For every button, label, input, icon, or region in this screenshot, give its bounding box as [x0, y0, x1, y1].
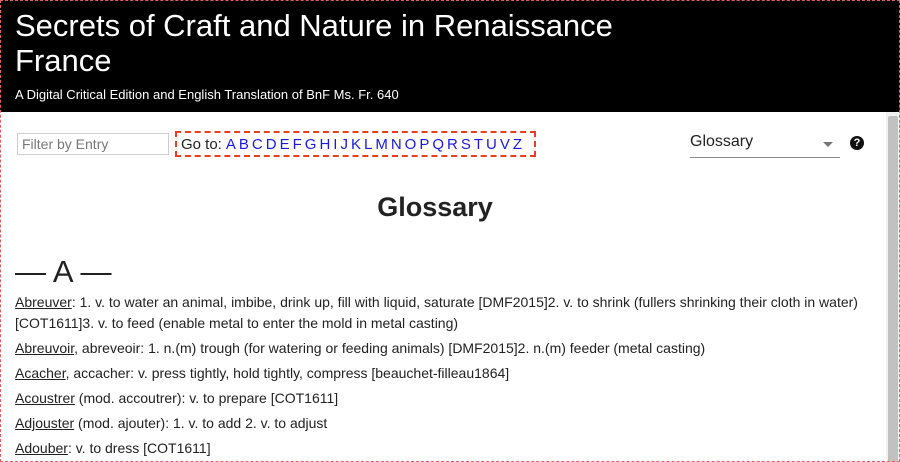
- goto-letter-link[interactable]: B: [239, 136, 249, 153]
- goto-letter-link[interactable]: G: [305, 136, 317, 153]
- goto-label: Go to:: [181, 136, 222, 153]
- glossary-definition: (mod. accoutrer): v. to prepare [COT1611…: [74, 390, 339, 406]
- main-content: Go to:ABCDEFGHIJKLMNOPQRSTUVZ Glossary ?…: [0, 112, 886, 462]
- goto-letter-link[interactable]: T: [474, 136, 483, 153]
- goto-letter-link[interactable]: V: [500, 136, 510, 153]
- glossary-entry: Acoustrer (mod. accoutrer): v. to prepar…: [15, 388, 875, 409]
- vertical-scrollbar[interactable]: [886, 112, 900, 462]
- question-circle-icon[interactable]: ?: [850, 136, 864, 150]
- glossary-entries: Abreuver: 1. v. to water an animal, imbi…: [15, 292, 875, 462]
- goto-letter-link[interactable]: H: [319, 136, 330, 153]
- letter-navigation: Go to: A B C D E F G H I J K L M N O P Q R S T U V Z: [175, 131, 536, 157]
- glossary-definition: : 1. v. to water an animal, imbibe, drin…: [15, 294, 858, 331]
- view-select-value: Glossary: [690, 133, 754, 150]
- page-title: Glossary: [377, 192, 493, 222]
- chevron-down-icon: [823, 142, 833, 147]
- glossary-entry: Abreuvoir, abreveoir: 1. n.(m) trough (f…: [15, 338, 875, 359]
- glossary-definition: : v. to dress [COT1611]: [67, 440, 211, 456]
- glossary-entry: Adjouster (mod. ajouter): 1. v. to add 2…: [15, 413, 875, 434]
- goto-letter-link[interactable]: Z: [513, 136, 522, 153]
- goto-letter-link[interactable]: L: [364, 136, 372, 153]
- goto-letter-link[interactable]: S: [461, 136, 471, 153]
- glossary-term-link[interactable]: Abreuver: [15, 294, 72, 310]
- goto-letter-link[interactable]: D: [266, 136, 277, 153]
- goto-letter-link[interactable]: M: [375, 136, 388, 153]
- letter-heading: — A —: [15, 254, 112, 289]
- glossary-entry: Adouber: v. to dress [COT1611]: [15, 438, 875, 459]
- glossary-definition: , abreveoir: 1. n.(m) trough (for wateri…: [74, 340, 706, 356]
- glossary-term-link[interactable]: Abreuvoir: [15, 340, 74, 356]
- glossary-term-link[interactable]: Acoustrer: [15, 390, 75, 406]
- goto-letter-link[interactable]: E: [280, 136, 290, 153]
- site-subtitle: A Digital Critical Edition and English T…: [15, 87, 399, 102]
- glossary-term-link[interactable]: Adouber: [15, 440, 68, 456]
- goto-letter-link[interactable]: O: [405, 136, 417, 153]
- scrollbar-thumb[interactable]: [888, 116, 898, 462]
- site-header: Secrets of Craft and Nature in Renaissan…: [0, 0, 900, 112]
- goto-letter-link[interactable]: C: [252, 136, 263, 153]
- glossary-term-link[interactable]: Adjouster: [15, 415, 74, 431]
- goto-letter-link[interactable]: F: [293, 136, 302, 153]
- goto-letter-link[interactable]: J: [340, 136, 348, 153]
- glossary-entry: Abreuver: 1. v. to water an animal, imbi…: [15, 292, 875, 334]
- goto-letter-link[interactable]: K: [351, 136, 361, 153]
- goto-letter-link[interactable]: Q: [432, 136, 444, 153]
- glossary-term-link[interactable]: Acacher: [15, 365, 66, 381]
- glossary-entry: Acacher, accacher: v. press tightly, hol…: [15, 363, 875, 384]
- filter-entry-input[interactable]: [17, 133, 169, 155]
- goto-letter-link[interactable]: A: [226, 136, 236, 153]
- site-title[interactable]: Secrets of Craft and Nature in Renaissan…: [15, 8, 715, 78]
- view-select[interactable]: Glossary: [690, 128, 840, 158]
- glossary-definition: (mod. ajouter): 1. v. to add 2. v. to ad…: [74, 415, 328, 431]
- goto-letter-link[interactable]: P: [419, 136, 429, 153]
- goto-letter-link[interactable]: N: [391, 136, 402, 153]
- goto-letter-link[interactable]: I: [333, 136, 337, 153]
- goto-letter-link[interactable]: U: [486, 136, 497, 153]
- goto-letter-link[interactable]: R: [447, 136, 458, 153]
- glossary-definition: , accacher: v. press tightly, hold tight…: [65, 365, 510, 381]
